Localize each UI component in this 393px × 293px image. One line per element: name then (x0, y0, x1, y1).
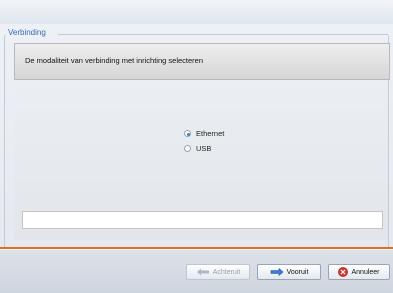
status-field (22, 211, 383, 229)
radio-ethernet-label: Ethernet (196, 129, 225, 138)
radio-ethernet-option[interactable]: Ethernet (184, 129, 224, 138)
groupbox-legend: Verbinding (8, 28, 46, 37)
instruction-panel: De modaliteit van verbinding met inricht… (14, 43, 390, 80)
cancel-button[interactable]: Annuleer (328, 264, 390, 280)
arrow-right-icon (270, 268, 284, 276)
next-button-label: Vooruit (286, 268, 309, 276)
instruction-text: De modaliteit van verbinding met inricht… (25, 56, 204, 65)
cancel-button-label: Annuleer (351, 268, 380, 276)
radio-usb-option[interactable]: USB (184, 144, 211, 153)
radio-usb-label: USB (196, 144, 212, 153)
window-top-strip (0, 0, 393, 24)
back-button-label: Achteruit (212, 268, 241, 276)
cancel-icon (338, 267, 349, 277)
next-button[interactable]: Vooruit (257, 264, 321, 280)
back-button[interactable]: Achteruit (186, 264, 250, 280)
groupbox-border (58, 34, 388, 35)
radio-ethernet[interactable] (184, 130, 191, 137)
radio-usb[interactable] (184, 145, 191, 152)
arrow-left-icon (196, 268, 209, 276)
